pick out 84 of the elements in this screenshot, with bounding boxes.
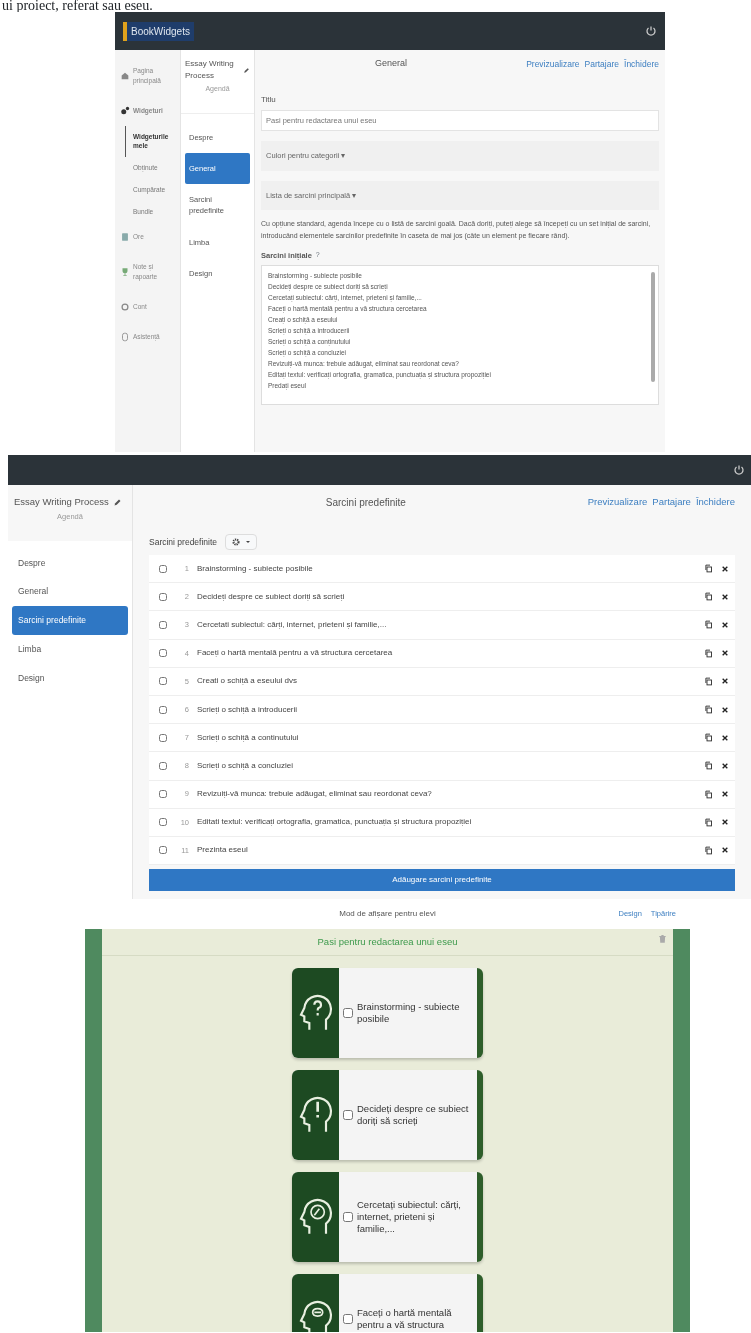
copy-icon[interactable] [704,761,713,771]
task-text: Scrieți o schiță a concluziei [197,759,295,772]
task-text: Creati o schiță a eseului dvs [197,675,299,688]
power-icon[interactable] [645,25,657,37]
task-text: Faceți o hartă mentală pentru a vă structura cercetarea [197,647,394,660]
project-title: Essay Writing Process [14,495,109,509]
task-text: Editati textul: verificați ortografia, gramatica, punctuația și structura propoziției [197,816,473,829]
field-label: Titlu [261,94,277,106]
task-checkbox[interactable] [343,1212,353,1223]
header-link[interactable]: Închidere [695,494,735,510]
caret-icon [245,539,252,545]
delete-icon[interactable] [721,790,729,799]
copy-icon[interactable] [704,733,713,743]
task-text: Scrieți o schiță a continutului [197,731,300,744]
rounded-rectangle-icon [120,331,130,342]
copy-icon[interactable] [704,705,713,715]
copy-icon[interactable] [704,592,713,602]
copy-icon[interactable] [704,620,713,630]
trophy-icon [120,267,130,277]
settings-icon [231,537,242,547]
copy-icon[interactable] [704,789,713,799]
logo[interactable]: BookWidgets [123,21,194,41]
copy-icon[interactable] [704,676,713,686]
book-icon [120,232,130,243]
task-text: Faceți o hartă mentală pentru a vă structura [357,1307,453,1332]
task-checkbox[interactable] [159,649,167,658]
task-text: Scrieți o schiță a introducerii [197,703,299,716]
task-checkbox[interactable] [159,761,167,770]
menu-item[interactable]: Sarcini predefinite [12,606,128,635]
project-title: Essay Writing Process [185,58,235,82]
list-label: Sarcini predefinite [149,535,218,549]
header-link[interactable]: Închidere [624,57,659,71]
circle-icon [120,301,130,312]
delete-icon[interactable] [721,846,729,855]
page-title: Sarcini predefinite [324,495,407,510]
header-link[interactable]: Previzualizare [587,494,648,510]
delete-icon[interactable] [721,677,729,686]
delete-icon[interactable] [721,620,729,629]
task-text: Decideți despre ce subiect doriți să scrieți [357,1103,470,1128]
board-title: Pasi pentru redactarea unui eseu [317,936,458,947]
task-text: Brainstorming - subiecte posibile [357,1001,461,1026]
header-link[interactable]: Partajare [652,494,691,510]
task-checkbox[interactable] [159,592,167,601]
tasks-textarea[interactable] [261,265,659,405]
delete-icon[interactable] [721,733,729,742]
task-checkbox[interactable] [159,846,167,855]
task-checkbox[interactable] [159,564,167,573]
task-checkbox[interactable] [159,705,167,714]
gears-icon [120,105,130,116]
task-checkbox[interactable] [159,733,167,742]
task-text: Cercetati subiectul: cărți, internet, prieteni și familie,... [197,618,388,631]
task-text: Brainstorming - subiecte posibile [197,562,314,575]
task-text: Cercetați subiectul: cărți, internet, prieteni și familie,... [357,1199,462,1236]
task-checkbox[interactable] [159,818,167,827]
delete-icon[interactable] [721,564,729,573]
task-checkbox[interactable] [159,677,167,686]
task-text: Revizuiți-vă munca: trebuie adăugat, eliminat sau reordonat ceva? [197,788,433,801]
delete-icon[interactable] [721,649,729,658]
task-checkbox[interactable] [343,1110,353,1121]
page-title: General [374,57,409,71]
pencil-icon[interactable] [243,66,250,74]
mode-title: Mod de afișare pentru elevi [339,909,436,918]
task-checkbox[interactable] [159,790,167,799]
copy-icon[interactable] [704,817,713,827]
delete-icon[interactable] [721,592,729,601]
task-text: Decideți despre ce subiect doriți să scrieți [197,590,346,603]
add-tasks-button[interactable]: Adăugare sarcini predefinite [149,869,735,892]
delete-icon[interactable] [721,705,729,714]
task-text: Prezinta eseul [197,844,249,857]
header-link[interactable]: Partajare [584,57,620,71]
header-link[interactable]: Previzualizare [526,57,580,71]
power-icon[interactable] [733,464,745,476]
task-checkbox[interactable] [343,1008,353,1019]
copy-icon[interactable] [704,564,713,574]
settings-dropdown-button[interactable] [225,534,258,550]
task-checkbox[interactable] [159,620,167,629]
task-checkbox[interactable] [343,1314,353,1325]
copy-icon[interactable] [704,845,713,855]
pencil-icon[interactable] [112,497,122,507]
delete-icon[interactable] [721,818,729,827]
home-icon [120,70,130,81]
copy-icon[interactable] [704,648,713,658]
scrollbar[interactable] [651,272,655,382]
delete-icon[interactable] [721,761,729,770]
